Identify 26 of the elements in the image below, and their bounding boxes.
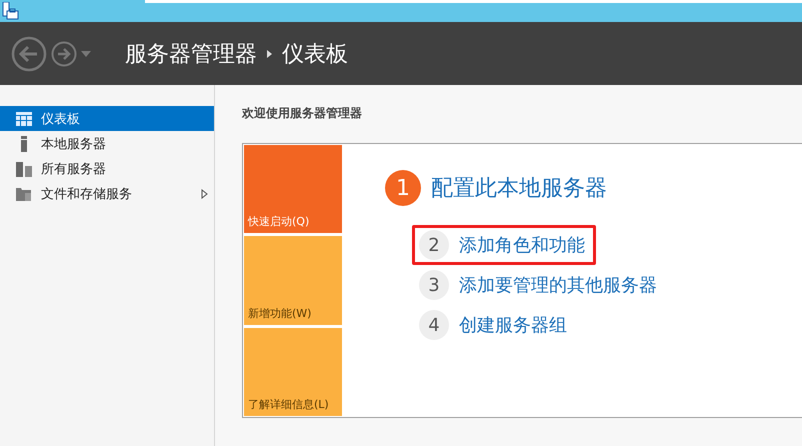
- step-link[interactable]: 3 添加要管理的其他服务器: [412, 265, 668, 305]
- forward-button[interactable]: [51, 40, 77, 66]
- grid-icon: [16, 112, 32, 126]
- step-number: 4: [419, 310, 449, 340]
- server-manager-icon: [2, 2, 19, 20]
- folder-icon: [16, 186, 32, 202]
- step-number: 3: [419, 270, 449, 300]
- sidebar-item[interactable]: 本地服务器: [0, 131, 214, 156]
- tile[interactable]: 了解详细信息(L): [244, 328, 342, 416]
- step-number: 1: [385, 170, 421, 206]
- servers-icon: [16, 160, 32, 176]
- sidebar-item[interactable]: 所有服务器: [0, 156, 214, 181]
- tile[interactable]: 新增功能(W): [244, 236, 342, 325]
- back-button[interactable]: [11, 36, 47, 72]
- breadcrumb-item[interactable]: 仪表板: [282, 38, 348, 68]
- expand-arrow-icon[interactable]: [201, 188, 208, 198]
- welcome-heading: 欢迎使用服务器管理器: [242, 105, 363, 122]
- sidebar-item[interactable]: 文件和存储服务: [0, 181, 214, 206]
- highlighted-step[interactable]: 2 添加角色和功能: [412, 225, 596, 265]
- step-link[interactable]: 1 配置此本地服务器: [378, 165, 618, 211]
- step-link[interactable]: 4 创建服务器组: [412, 305, 578, 345]
- sidebar-item[interactable]: 仪表板: [0, 106, 214, 131]
- breadcrumb-item[interactable]: 服务器管理器: [125, 38, 257, 68]
- dropdown-caret-icon[interactable]: [81, 50, 91, 56]
- breadcrumb-separator-icon: [267, 50, 272, 58]
- step-number: 2: [419, 230, 449, 260]
